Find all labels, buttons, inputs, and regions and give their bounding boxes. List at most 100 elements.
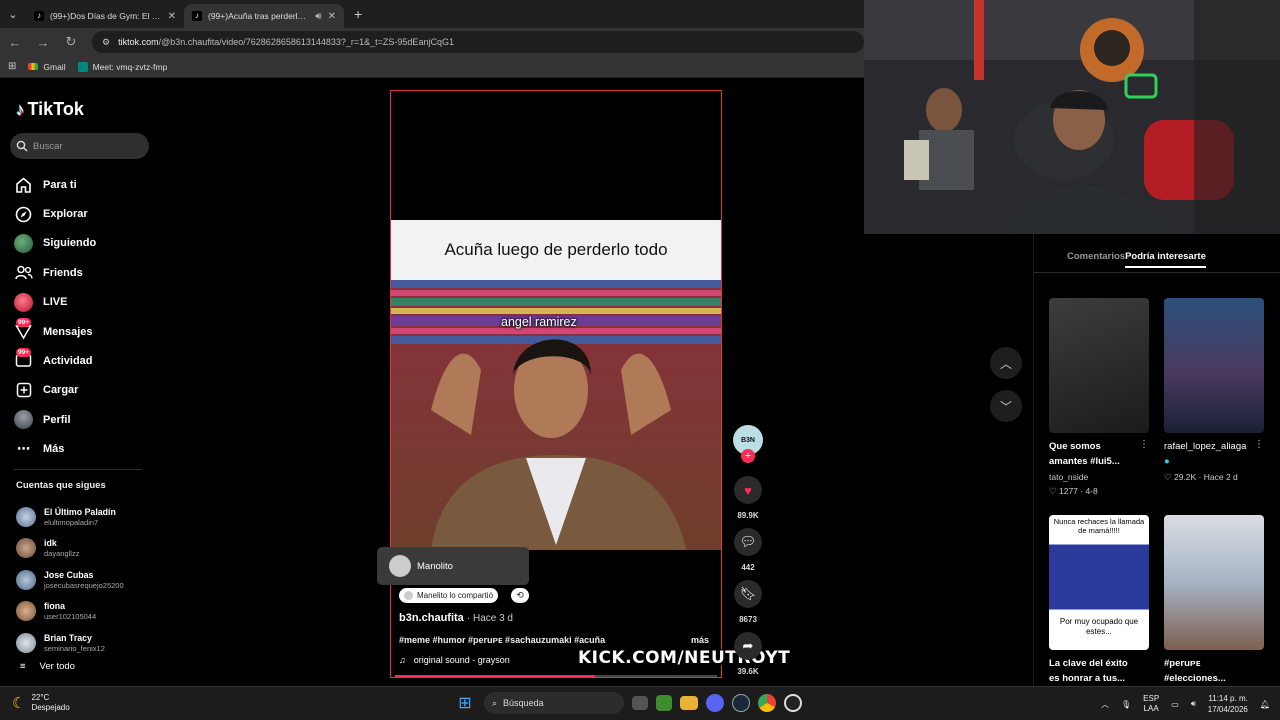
verified-badge-icon: ● xyxy=(1164,456,1170,467)
close-tab-icon[interactable]: ✕ xyxy=(328,11,336,22)
volume-icon[interactable]: 🔊︎ xyxy=(1191,699,1196,709)
more-options-icon[interactable]: ⋮ xyxy=(1254,439,1264,450)
webcam-art xyxy=(864,0,1280,234)
nav-mensajes[interactable]: 99+ Mensajes xyxy=(14,317,154,346)
suggested-video-card[interactable]: rafael_lopez_aliaga ● ♡ 29.2K · Hace 2 d… xyxy=(1164,298,1264,483)
nav-label: Mensajes xyxy=(43,325,93,338)
windows-taskbar: ☾ 22°C Despejado ⊞ ⌕ Búsqueda ︿ 🎙︎ ESP LAA … xyxy=(0,686,1280,720)
weather-widget[interactable]: ☾ 22°C Despejado xyxy=(12,693,70,713)
see-all-button[interactable]: ≡ Ver todo xyxy=(20,661,75,672)
video-progress-fill xyxy=(395,675,595,677)
nav-explorar[interactable]: Explorar xyxy=(14,199,154,228)
previous-video-button[interactable]: ︿ xyxy=(990,347,1022,379)
url-field[interactable]: ⚙ tiktok.com/@b3n.chaufita/video/7628628… xyxy=(92,31,864,53)
avatar xyxy=(389,555,411,577)
video-sound[interactable]: ♫ original sound - grayson xyxy=(399,655,510,665)
next-video-button[interactable]: ﹀ xyxy=(990,390,1022,422)
messages-badge: 99+ xyxy=(16,318,32,328)
compass-icon xyxy=(14,205,33,224)
tab-search-chevron-icon[interactable]: ⌄ xyxy=(0,0,26,28)
new-tab-button[interactable]: + xyxy=(344,6,362,22)
repost-icon[interactable]: ⟲ xyxy=(511,588,529,603)
video-author[interactable]: b3n.chaufita · Hace 3 d xyxy=(399,612,513,624)
bookmark-meet[interactable]: Meet: vmq-zvtz-fmp xyxy=(77,61,167,72)
language-indicator[interactable]: ESP LAA xyxy=(1143,694,1159,714)
suggested-video-card[interactable]: Que somos amantes #lui5... tato_nside ♡ … xyxy=(1049,298,1149,497)
friends-icon xyxy=(14,263,33,282)
browser-tab-2[interactable]: ♪ (99+)Acuña tras perderlo todo 🔊︎ ✕ xyxy=(184,4,344,28)
like-button[interactable]: ♥ xyxy=(734,476,762,504)
following-handle: user102105044 xyxy=(44,612,97,622)
like-count: 89.9K xyxy=(737,511,759,520)
share-icon: ➦ xyxy=(742,638,754,653)
site-info-icon[interactable]: ⚙ xyxy=(102,37,110,48)
nav-siguiendo[interactable]: Siguiendo xyxy=(14,229,154,258)
tray-overflow-icon[interactable]: ︿ xyxy=(1101,699,1109,710)
discord-icon[interactable] xyxy=(706,694,724,712)
nav-label: Actividad xyxy=(43,355,93,368)
reload-icon[interactable]: ↻ xyxy=(64,34,78,50)
taskbar-search[interactable]: ⌕ Búsqueda xyxy=(484,692,624,714)
notification-bell-icon[interactable]: 🔔︎ xyxy=(1260,700,1270,709)
nav-actividad[interactable]: 99+ Actividad xyxy=(14,346,154,375)
nav-para-ti[interactable]: Para ti xyxy=(14,170,154,199)
live-icon xyxy=(14,292,33,312)
nav-cargar[interactable]: Cargar xyxy=(14,376,154,405)
save-button[interactable]: 🔖︎ xyxy=(734,580,762,608)
forward-icon[interactable]: → xyxy=(36,35,50,50)
shared-by-popup[interactable]: Manolito xyxy=(377,547,529,585)
tabs-divider xyxy=(1034,272,1280,273)
nav-perfil[interactable]: Perfil xyxy=(14,405,154,434)
date: 17/04/2026 xyxy=(1207,705,1248,714)
share-button[interactable]: ➦ xyxy=(734,632,762,660)
tiktok-logo[interactable]: ♪ TikTok xyxy=(16,99,84,120)
windows-start-icon[interactable]: ⊞ xyxy=(454,692,476,714)
suggested-video-card[interactable]: Nunca rechaces la llamada de mamá!!!!! P… xyxy=(1049,515,1149,686)
microphone-icon[interactable]: 🎙︎ xyxy=(1121,700,1131,709)
task-view-icon[interactable] xyxy=(632,696,648,710)
search-icon xyxy=(16,140,28,152)
browser-tab-bar: ⌄ ♪ (99+)Dos Días de Gym: El Compe ✕ ♪ (… xyxy=(0,0,864,28)
tab-suggestions[interactable]: Podría interesarte xyxy=(1125,251,1206,268)
following-avatar xyxy=(14,233,33,253)
following-item[interactable]: Jose Cubas josecubasrequejo25200 xyxy=(16,564,156,596)
steam-icon[interactable] xyxy=(732,694,750,712)
more-link[interactable]: más xyxy=(691,635,709,645)
tab-comments[interactable]: Comentarios xyxy=(1067,251,1125,268)
video-hashtags[interactable]: #meme #humor #peruᴘᴇ #sachauzumaki #acuñ… xyxy=(399,635,709,645)
main-nav: Para ti Explorar Siguiendo Friends LIVE … xyxy=(14,170,154,464)
video-caption-banner: Acuña luego de perderlo todo xyxy=(391,220,721,280)
following-item[interactable]: Brian Tracy seminario_fenix12 xyxy=(16,627,156,659)
video-thumbnail xyxy=(1164,515,1264,650)
network-icon[interactable]: ▭ xyxy=(1171,700,1179,709)
following-item[interactable]: fiona user102105044 xyxy=(16,596,156,628)
speaker-icon[interactable]: 🔊︎ xyxy=(315,11,321,22)
bookmark-gmail[interactable]: Gmail xyxy=(28,62,66,72)
minecraft-icon[interactable] xyxy=(656,695,672,711)
heart-icon: ♥ xyxy=(744,482,752,498)
search-input[interactable] xyxy=(33,140,143,152)
apps-grid-icon[interactable]: ⊞ xyxy=(8,61,16,72)
bookmarks-bar: ⊞ Gmail Meet: vmq-zvtz-fmp xyxy=(0,56,864,78)
file-explorer-icon[interactable] xyxy=(680,696,698,710)
nav-mas[interactable]: ⋯ Más xyxy=(14,435,154,464)
nav-live[interactable]: LIVE xyxy=(14,288,154,317)
right-panel: Comentarios Podría interesarte Que somos… xyxy=(1033,234,1280,686)
chrome-icon[interactable] xyxy=(758,694,776,712)
obs-icon[interactable] xyxy=(784,694,802,712)
address-bar-row: ← → ↻ ⚙ tiktok.com/@b3n.chaufita/video/7… xyxy=(0,28,864,56)
sound-label: original sound - grayson xyxy=(413,655,510,665)
nav-friends[interactable]: Friends xyxy=(14,258,154,287)
suggested-video-card[interactable]: #peruᴘᴇ #elecciones... xyxy=(1164,515,1264,686)
moon-weather-icon: ☾ xyxy=(12,695,26,712)
clock[interactable]: 11:14 p. m. 17/04/2026 xyxy=(1208,693,1248,715)
back-icon[interactable]: ← xyxy=(8,35,22,50)
more-options-icon[interactable]: ⋮ xyxy=(1139,439,1149,450)
follow-plus-icon[interactable]: + xyxy=(741,449,755,463)
comment-button[interactable]: 💬︎ xyxy=(734,528,762,556)
browser-tab-1[interactable]: ♪ (99+)Dos Días de Gym: El Compe ✕ xyxy=(26,4,184,28)
following-item[interactable]: El Último Paladín elultimopaladin7 xyxy=(16,501,156,533)
close-tab-icon[interactable]: ✕ xyxy=(168,11,176,22)
following-item[interactable]: idk dayangllzz xyxy=(16,533,156,565)
shared-by-chip[interactable]: Manelito lo compartió xyxy=(399,588,499,603)
